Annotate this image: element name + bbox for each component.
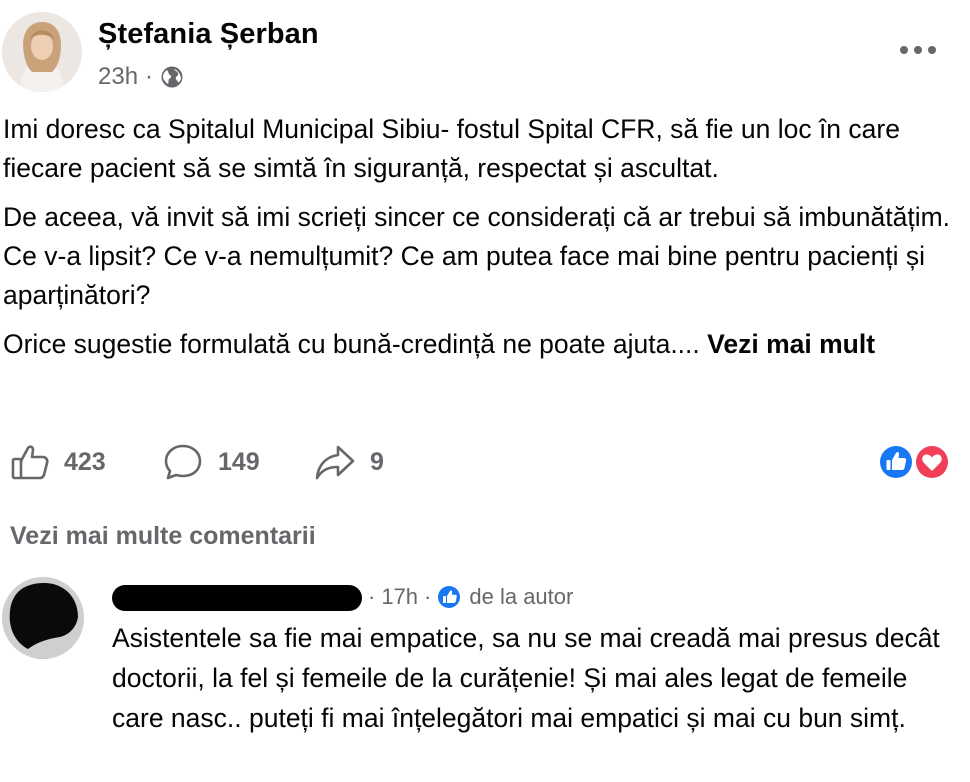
commenter-name-redacted[interactable] [112,585,362,611]
like-button[interactable]: 423 [10,438,106,486]
globe-icon [160,65,184,89]
comment-count: 149 [218,447,260,476]
share-arrow-icon [314,442,356,482]
post-paragraph-text: Orice sugestie formulată cu bună-credinț… [3,329,700,359]
reactions-summary[interactable] [876,442,952,482]
comment-bubble-icon [162,442,204,482]
post-paragraph: De aceea, vă invit să imi scrieți sincer… [3,202,951,310]
view-more-comments-link[interactable]: Vezi mai multe comentarii [10,522,316,551]
post-paragraph: Imi doresc ca Spitalul Municipal Sibiu- … [3,114,900,183]
author-badge-icon [437,585,461,609]
share-button[interactable]: 9 [314,438,384,486]
comment-text: Asistentele sa fie mai empatice, sa nu s… [112,623,940,733]
thumbs-up-icon [10,442,50,482]
author-avatar[interactable] [2,12,82,92]
comment-time[interactable]: 17h [381,584,418,610]
like-count: 423 [64,447,106,476]
meta-separator: · [424,584,432,609]
share-count: 9 [370,447,384,476]
author-name[interactable]: Ștefania Șerban [98,18,319,51]
post-time[interactable]: 23h [98,63,138,91]
comment-meta: · 17h · de la autor [368,584,573,610]
author-badge-label: de la autor [469,584,574,609]
post-meta: 23h · [98,63,184,91]
meta-separator: · [368,584,376,609]
love-reaction-icon [914,444,950,480]
post-header: Ștefania Șerban 23h · [0,0,970,100]
meta-separator: · [145,63,154,90]
post-paragraph: Orice sugestie formulată cu bună-credinț… [3,325,958,364]
see-more-link[interactable]: Vezi mai mult [707,329,875,359]
comment-button[interactable]: 149 [162,438,260,486]
post-actions: 423 149 9 [0,438,970,486]
more-options-button[interactable] [896,38,940,62]
commenter-avatar[interactable] [2,577,84,659]
comment-item: · 17h · de la autor Asistentele sa fie m… [0,572,970,782]
post-body: Imi doresc ca Spitalul Municipal Sibiu- … [3,110,958,374]
like-reaction-icon [878,444,914,480]
